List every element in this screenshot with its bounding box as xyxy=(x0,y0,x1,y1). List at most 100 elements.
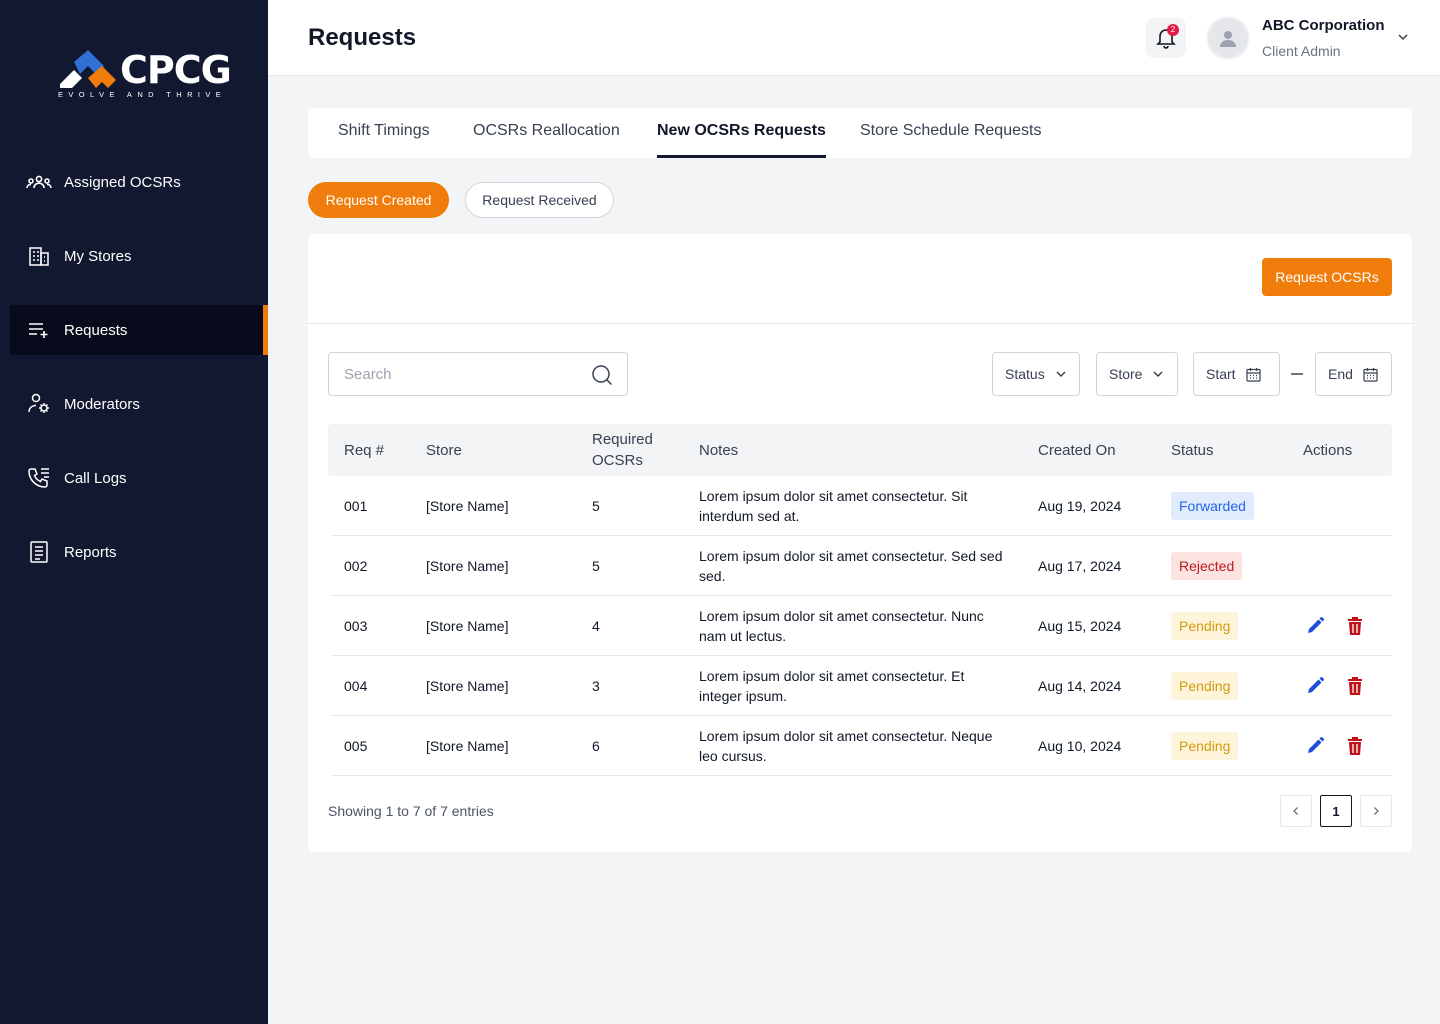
chevron-right-icon xyxy=(1374,807,1379,815)
account-menu-chevron-down-icon[interactable] xyxy=(1396,30,1410,49)
cell-req: 003 xyxy=(344,618,368,634)
sidebar-item-assigned-ocsrs[interactable]: Assigned OCSRs xyxy=(10,157,268,207)
cell-notes: Lorem ipsum dolor sit amet consectetur. … xyxy=(699,548,1003,584)
previous-page-button[interactable] xyxy=(1280,795,1312,827)
building-icon xyxy=(26,243,52,269)
edit-pencil-icon[interactable] xyxy=(1304,675,1326,697)
sidebar-item-reports[interactable]: Reports xyxy=(10,527,268,577)
requests-card: Request OCSRs Status Store Start End Req… xyxy=(308,234,1412,852)
column-header-notes: Notes xyxy=(699,441,739,459)
table-row[interactable]: 001 [Store Name] 5 Lorem ipsum dolor sit… xyxy=(332,476,1392,536)
cell-created-on: Aug 15, 2024 xyxy=(1038,618,1122,634)
column-header-required-ocsrs: Required OCSRs xyxy=(592,424,653,476)
cell-store: [Store Name] xyxy=(426,618,509,634)
column-header-actions: Actions xyxy=(1303,441,1353,459)
tab-store-schedule-requests[interactable]: Store Schedule Requests xyxy=(860,108,1041,158)
notifications-button[interactable]: 2 xyxy=(1146,18,1186,58)
cell-required: 5 xyxy=(592,498,600,514)
column-header-created-on: Created On xyxy=(1038,441,1116,459)
org-name: ABC Corporation xyxy=(1262,17,1385,34)
cell-store: [Store Name] xyxy=(426,558,509,574)
cell-req: 001 xyxy=(344,498,368,514)
org-role: Client Admin xyxy=(1262,43,1341,59)
sidebar-item-moderators[interactable]: Moderators xyxy=(10,379,268,429)
next-page-button[interactable] xyxy=(1360,795,1392,827)
phone-list-icon xyxy=(26,465,52,491)
edit-pencil-icon[interactable] xyxy=(1304,735,1326,757)
status-filter[interactable]: Status xyxy=(992,352,1080,396)
tab-new-ocsrs-requests[interactable]: New OCSRs Requests xyxy=(657,108,826,158)
cell-created-on: Aug 19, 2024 xyxy=(1038,498,1122,514)
request-created-toggle[interactable]: Request Created xyxy=(308,182,449,218)
search-icon[interactable] xyxy=(591,364,613,391)
sidebar-item-label: Call Logs xyxy=(64,469,127,487)
brand-tagline: EVOLVE AND THRIVE xyxy=(58,90,227,99)
cell-created-on: Aug 17, 2024 xyxy=(1038,558,1122,574)
status-badge: Pending xyxy=(1171,612,1239,640)
page-title: Requests xyxy=(308,24,417,51)
sidebar-item-call-logs[interactable]: Call Logs xyxy=(10,453,268,503)
entries-summary: Showing 1 to 7 of 7 entries xyxy=(328,803,494,819)
cell-req: 004 xyxy=(344,678,368,694)
brand-logo[interactable]: CPCG EVOLVE AND THRIVE xyxy=(58,48,232,104)
table-row[interactable]: 005 [Store Name] 6 Lorem ipsum dolor sit… xyxy=(332,716,1392,776)
start-date-picker[interactable]: Start xyxy=(1193,352,1280,396)
cell-store: [Store Name] xyxy=(426,498,509,514)
tab-ocsrs-reallocation[interactable]: OCSRs Reallocation xyxy=(473,108,620,158)
search-input[interactable] xyxy=(329,353,569,395)
cell-required: 3 xyxy=(592,678,600,694)
sidebar-item-label: My Stores xyxy=(64,247,132,265)
cell-created-on: Aug 10, 2024 xyxy=(1038,738,1122,754)
cell-req: 005 xyxy=(344,738,368,754)
cell-required: 6 xyxy=(592,738,600,754)
end-date-label: End xyxy=(1328,366,1353,382)
cell-created-on: Aug 14, 2024 xyxy=(1038,678,1122,694)
tab-shift-timings[interactable]: Shift Timings xyxy=(338,108,430,158)
cell-required: 4 xyxy=(592,618,600,634)
cell-req: 002 xyxy=(344,558,368,574)
table-header: Req # Store Required OCSRs Notes Created… xyxy=(328,424,1392,476)
delete-trash-icon[interactable] xyxy=(1344,735,1366,757)
sidebar-item-my-stores[interactable]: My Stores xyxy=(10,231,268,281)
chevron-down-icon xyxy=(1056,371,1066,378)
users-group-icon xyxy=(26,169,52,195)
avatar[interactable] xyxy=(1206,16,1250,60)
store-filter[interactable]: Store xyxy=(1096,352,1178,396)
notification-badge: 2 xyxy=(1167,24,1179,36)
cell-notes: Lorem ipsum dolor sit amet consectetur. … xyxy=(699,608,984,644)
search-box xyxy=(328,352,628,396)
delete-trash-icon[interactable] xyxy=(1344,675,1366,697)
cell-store: [Store Name] xyxy=(426,738,509,754)
column-header-status: Status xyxy=(1171,441,1214,459)
user-icon xyxy=(1220,31,1236,47)
sidebar-item-label: Moderators xyxy=(64,395,140,413)
request-received-toggle[interactable]: Request Received xyxy=(465,182,614,218)
page-number-button[interactable]: 1 xyxy=(1320,795,1352,827)
chevron-left-icon xyxy=(1293,807,1298,815)
table-row[interactable]: 002 [Store Name] 5 Lorem ipsum dolor sit… xyxy=(332,536,1392,596)
sidebar-item-requests[interactable]: Requests xyxy=(10,305,268,355)
column-header-required-line1: Required xyxy=(592,431,653,448)
store-filter-label: Store xyxy=(1109,366,1143,382)
status-filter-label: Status xyxy=(1005,366,1045,382)
cell-required: 5 xyxy=(592,558,600,574)
delete-trash-icon[interactable] xyxy=(1344,615,1366,637)
cell-status: Rejected xyxy=(1171,536,1243,596)
column-header-required-line2: OCSRs xyxy=(592,452,643,469)
brand-name: CPCG xyxy=(120,48,232,92)
request-ocsrs-button[interactable]: Request OCSRs xyxy=(1262,258,1392,296)
column-header-store: Store xyxy=(426,441,462,459)
user-gear-icon xyxy=(26,391,52,417)
tabs-bar: Shift Timings OCSRs Reallocation New OCS… xyxy=(308,108,1412,158)
list-add-icon xyxy=(26,317,52,343)
table-row[interactable]: 004 [Store Name] 3 Lorem ipsum dolor sit… xyxy=(332,656,1392,716)
cell-status: Pending xyxy=(1171,716,1239,776)
table-row[interactable]: 003 [Store Name] 4 Lorem ipsum dolor sit… xyxy=(332,596,1392,656)
document-icon xyxy=(26,539,52,565)
edit-pencil-icon[interactable] xyxy=(1304,615,1326,637)
cell-status: Forwarded xyxy=(1171,476,1254,536)
cell-actions xyxy=(1304,596,1366,656)
cell-actions xyxy=(1304,656,1366,716)
end-date-picker[interactable]: End xyxy=(1315,352,1392,396)
cell-status: Pending xyxy=(1171,596,1239,656)
